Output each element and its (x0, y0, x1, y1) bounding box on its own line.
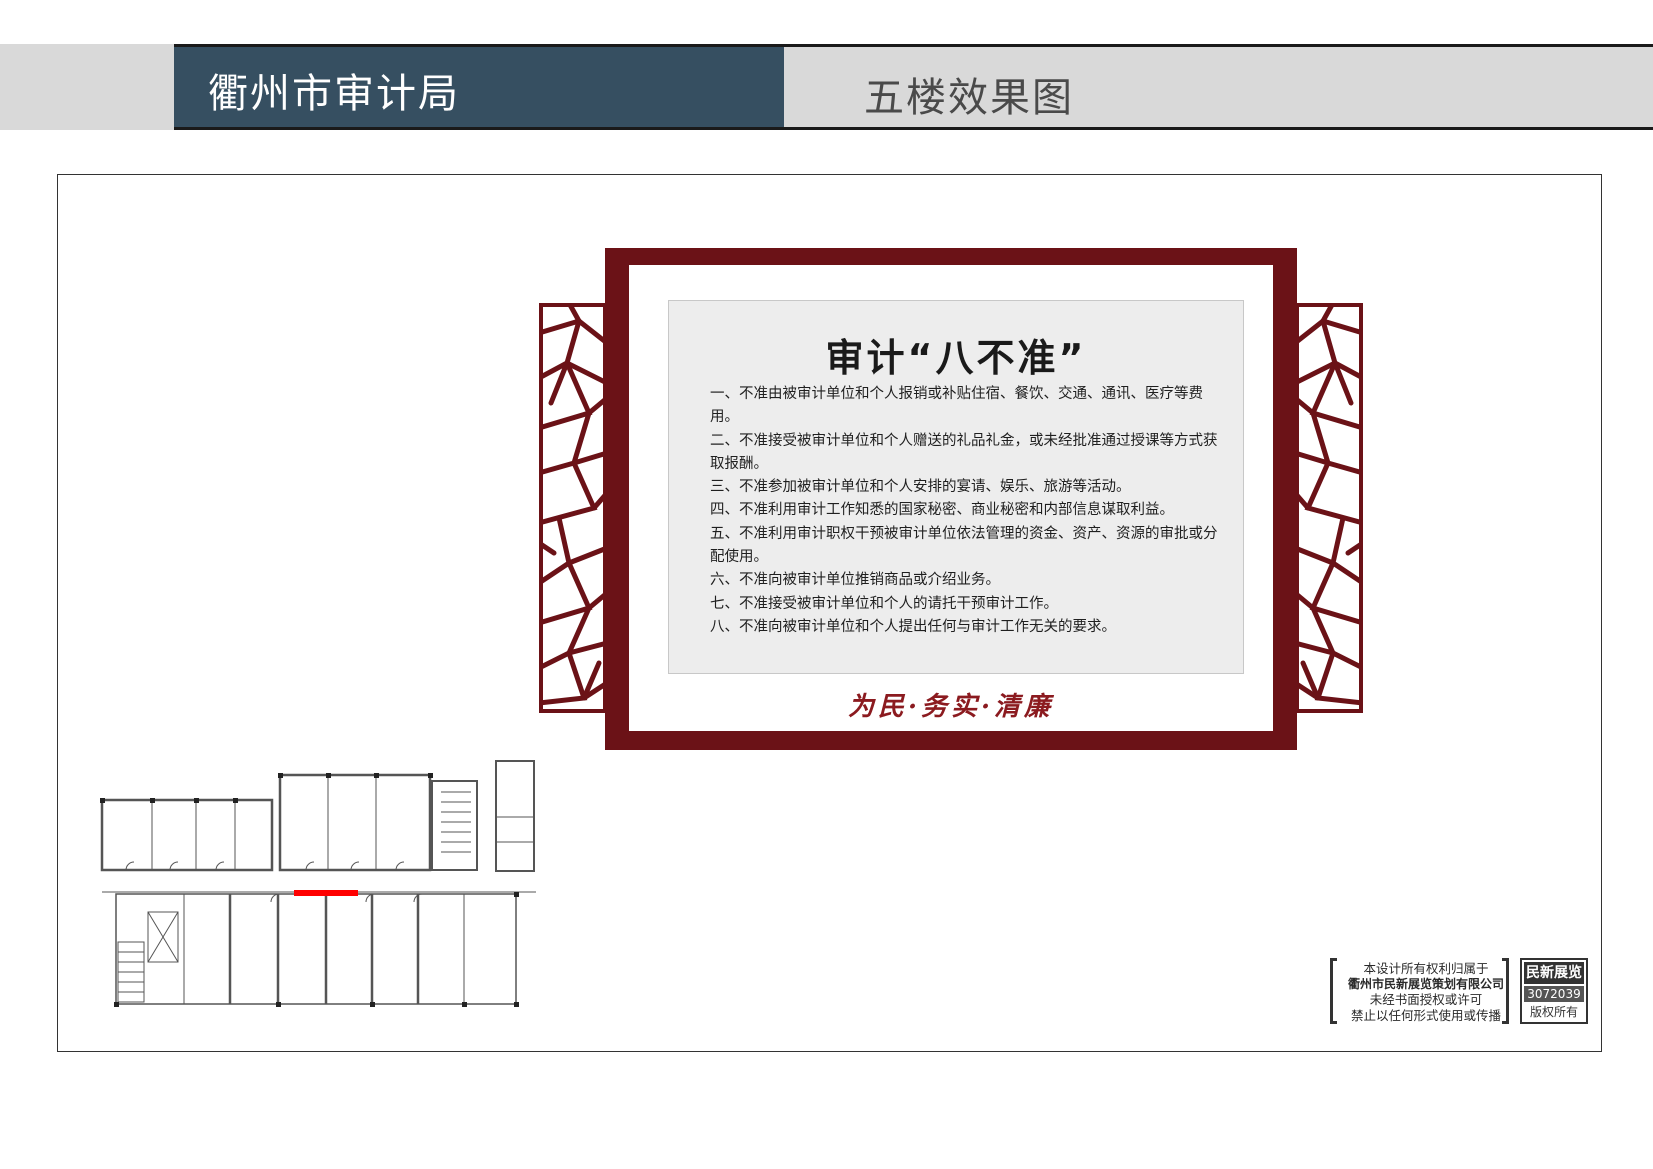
board-motto: 为民·务实·清廉 (847, 692, 1055, 722)
rule-item: 二、不准接受被审计单位和个人赠送的礼品礼金，或未经批准通过授课等方式获取报酬。 (710, 432, 1218, 472)
rules-panel: 审计“八不准” 一、不准由被审计单位和个人报销或补贴住宿、餐饮、交通、通讯、医疗… (668, 300, 1244, 674)
page-subtitle: 五楼效果图 (864, 75, 1074, 121)
left-lattice-screen (539, 303, 607, 713)
brand-code: 3072039 (1524, 986, 1584, 1002)
header-left-band (0, 44, 174, 130)
board-title: 审计“八不准” (825, 336, 1087, 380)
right-lattice-screen (1295, 303, 1363, 713)
brand-logo: 民新展览 3072039 版权所有 (1520, 958, 1588, 1024)
rule-item: 四、不准利用审计工作知悉的国家秘密、商业秘密和内部信息谋取利益。 (710, 502, 1174, 519)
board-location-marker (294, 890, 358, 896)
brand-rights: 版权所有 (1529, 1005, 1578, 1019)
rule-item: 一、不准由被审计单位和个人报销或补贴住宿、餐饮、交通、通讯、医疗等费用。 (710, 386, 1203, 426)
copyright-text: 本设计所有权利归属于 衢州市民新展览策划有限公司 未经书面授权或许可 禁止以任何… (1346, 961, 1506, 1023)
page-title: 衢州市审计局 (208, 71, 460, 117)
copyright-line: 未经书面授权或许可 (1369, 992, 1483, 1007)
rule-item: 六、不准向被审计单位推销商品或介绍业务。 (710, 572, 1000, 589)
header-title-box: 衢州市审计局 (174, 44, 784, 130)
rules-list: 一、不准由被审计单位和个人报销或补贴住宿、餐饮、交通、通讯、医疗等费用。 二、不… (710, 383, 1220, 639)
copyright-company: 衢州市民新展览策划有限公司 (1347, 976, 1504, 991)
rule-item: 八、不准向被审计单位和个人提出任何与审计工作无关的要求。 (710, 618, 1116, 635)
stamp-bracket-right (1502, 958, 1509, 1024)
copyright-line: 禁止以任何形式使用或传播 (1350, 1007, 1501, 1023)
copyright-line: 本设计所有权利归属于 (1363, 961, 1489, 976)
floor-plan-drawing (100, 760, 536, 1007)
rule-item: 五、不准利用审计职权干预被审计单位依法管理的资金、资产、资源的审批或分配使用。 (710, 525, 1218, 566)
stamp-bracket-left (1330, 958, 1337, 1024)
rule-item: 七、不准接受被审计单位和个人的请托干预审计工作。 (710, 595, 1058, 612)
brand-name: 民新展览 (1524, 962, 1584, 984)
rule-item: 三、不准参加被审计单位和个人安排的宴请、娱乐、旅游等活动。 (710, 479, 1131, 496)
header-subtitle-box: 五楼效果图 (784, 44, 1653, 130)
copyright-stamp: 本设计所有权利归属于 衢州市民新展览策划有限公司 未经书面授权或许可 禁止以任何… (1330, 958, 1592, 1028)
